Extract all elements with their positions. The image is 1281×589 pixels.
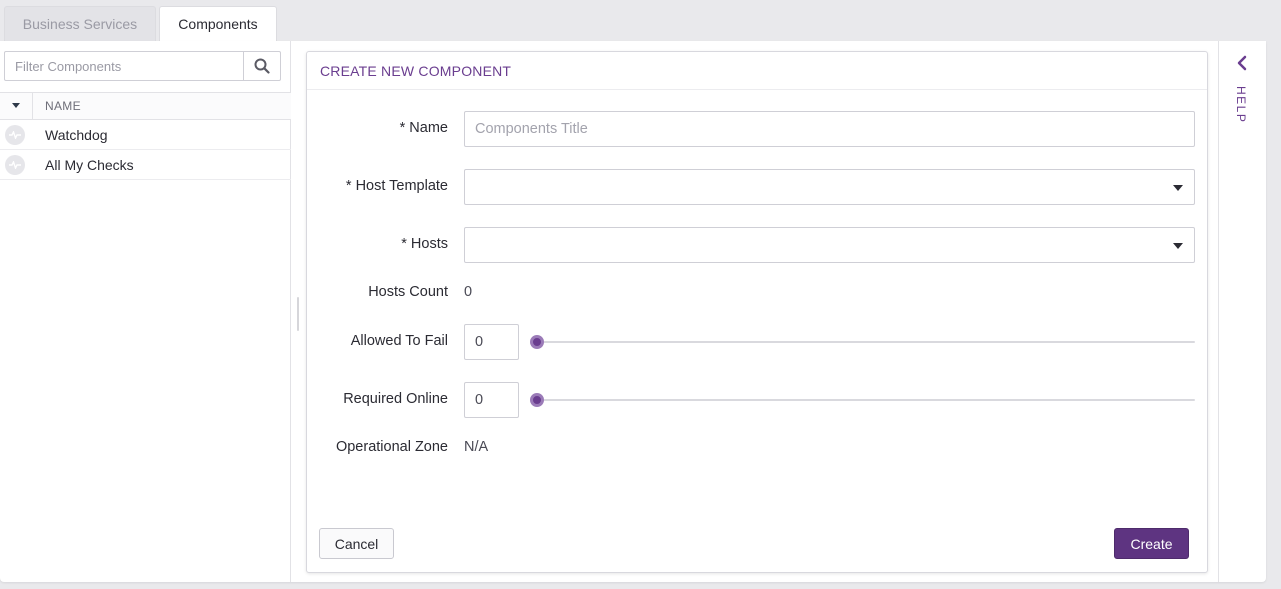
hosts-count-label: Hosts Count	[368, 284, 448, 300]
hosts-count-value: 0	[464, 284, 473, 300]
name-input[interactable]	[465, 112, 1194, 146]
caret-down-icon	[12, 103, 20, 108]
name-label: * Name	[399, 120, 448, 136]
components-sidebar: NAME Watchdog All My Checks	[0, 41, 291, 582]
slider-thumb[interactable]	[530, 393, 544, 407]
tab-components[interactable]: Components	[159, 6, 277, 41]
list-item-label: All My Checks	[45, 156, 134, 173]
column-header-name[interactable]: NAME	[33, 99, 81, 113]
name-field-box	[464, 111, 1195, 147]
required-online-box	[464, 382, 519, 418]
heartbeat-icon	[5, 124, 25, 145]
operational-zone-label: Operational Zone	[335, 439, 448, 455]
chevron-left-icon[interactable]	[1235, 55, 1251, 71]
host-template-label: * Host Template	[345, 178, 448, 194]
filter-components-input[interactable]	[5, 52, 243, 80]
create-button[interactable]: Create	[1114, 528, 1189, 559]
allowed-to-fail-input[interactable]	[465, 325, 518, 359]
hosts-select[interactable]	[464, 227, 1195, 263]
panel-resize-handle[interactable]	[297, 297, 299, 331]
tab-business-services[interactable]: Business Services	[4, 6, 156, 41]
filter-box	[4, 51, 281, 81]
allowed-to-fail-slider[interactable]	[530, 334, 1195, 350]
heartbeat-icon	[5, 154, 25, 175]
card-title: CREATE NEW COMPONENT	[307, 52, 1207, 90]
cancel-button[interactable]: Cancel	[319, 528, 394, 559]
search-icon	[254, 58, 270, 74]
sort-toggle[interactable]	[0, 93, 33, 119]
caret-down-icon	[1173, 185, 1183, 191]
slider-thumb[interactable]	[530, 335, 544, 349]
list-header: NAME	[0, 92, 291, 120]
list-item[interactable]: All My Checks	[0, 150, 291, 180]
search-button[interactable]	[243, 52, 280, 80]
hosts-label: * Hosts	[401, 236, 448, 252]
main-panel: NAME Watchdog All My Checks CREATE NEW C…	[0, 41, 1266, 582]
required-online-slider[interactable]	[530, 392, 1195, 408]
operational-zone-value: N/A	[464, 439, 489, 455]
required-online-label: Required Online	[343, 391, 448, 407]
slider-track	[532, 341, 1195, 343]
list-item-label: Watchdog	[45, 126, 108, 143]
tab-strip: Business Services Components	[0, 0, 1281, 41]
required-online-input[interactable]	[465, 383, 518, 417]
slider-track	[532, 399, 1195, 401]
create-component-card: CREATE NEW COMPONENT * Name * Host Templ…	[306, 51, 1208, 573]
allowed-to-fail-box	[464, 324, 519, 360]
help-panel: HELP	[1218, 41, 1266, 582]
allowed-to-fail-label: Allowed To Fail	[350, 333, 448, 349]
help-toggle[interactable]: HELP	[1234, 86, 1248, 123]
caret-down-icon	[1173, 243, 1183, 249]
list-item[interactable]: Watchdog	[0, 120, 291, 150]
host-template-select[interactable]	[464, 169, 1195, 205]
